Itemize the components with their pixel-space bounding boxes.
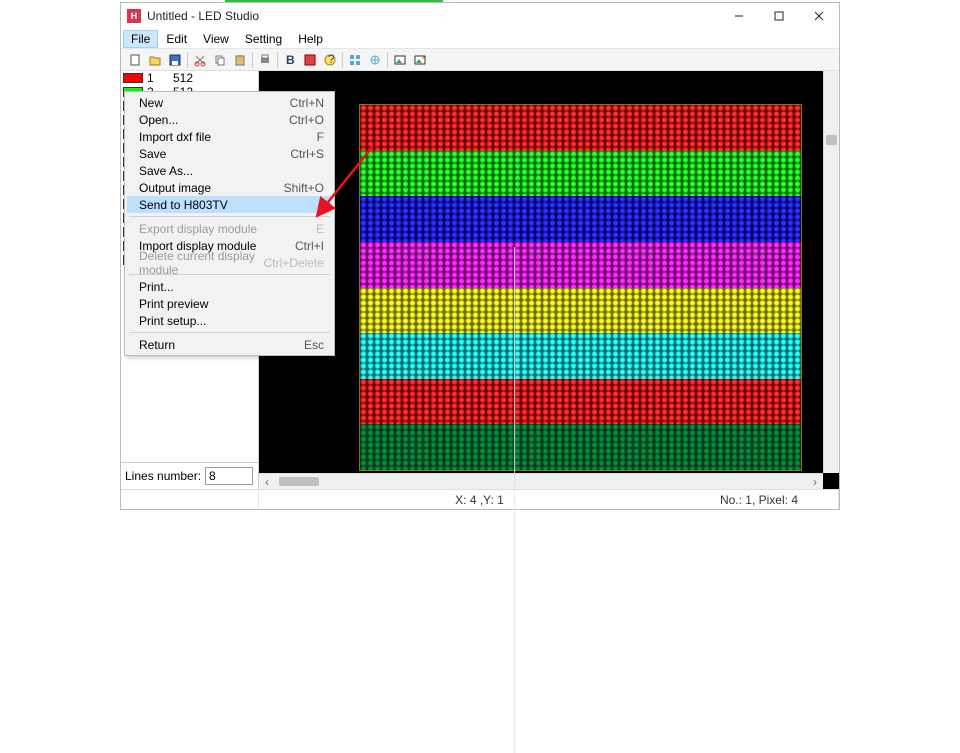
menu-view[interactable]: View xyxy=(195,30,237,48)
menu-item-accelerator: E xyxy=(316,222,324,236)
menu-item-export-display-module: Export display moduleE xyxy=(127,220,332,237)
copy-icon[interactable] xyxy=(210,51,230,69)
menu-item-import-dxf-file[interactable]: Import dxf fileF xyxy=(127,128,332,145)
status-left-spacer xyxy=(121,490,259,509)
menu-item-accelerator: Ctrl+Delete xyxy=(264,256,324,270)
window-title: Untitled - LED Studio xyxy=(147,9,719,23)
image-b-icon[interactable] xyxy=(410,51,430,69)
menu-file[interactable]: File xyxy=(123,30,158,48)
file-menu-dropdown: NewCtrl+NOpen...Ctrl+OImport dxf fileFSa… xyxy=(124,91,335,356)
grid-a-icon[interactable] xyxy=(345,51,365,69)
menu-item-label: Send to H803TV xyxy=(139,198,324,212)
menu-item-label: Export display module xyxy=(139,222,316,236)
menu-item-open[interactable]: Open...Ctrl+O xyxy=(127,111,332,128)
led-grid xyxy=(359,104,802,471)
menu-item-accelerator: Ctrl+I xyxy=(295,239,324,253)
vertical-scrollbar[interactable] xyxy=(823,71,839,473)
menu-item-label: Save xyxy=(139,147,290,161)
print-icon[interactable] xyxy=(255,51,275,69)
menu-item-output-image[interactable]: Output imageShift+O xyxy=(127,179,332,196)
menu-item-accelerator: Ctrl+S xyxy=(290,147,324,161)
paste-icon[interactable] xyxy=(230,51,250,69)
red-square-icon[interactable] xyxy=(300,51,320,69)
menu-item-print-preview[interactable]: Print preview xyxy=(127,295,332,312)
cut-icon[interactable] xyxy=(190,51,210,69)
menu-item-label: Open... xyxy=(139,113,289,127)
menu-item-label: Delete current display module xyxy=(139,249,264,277)
minimize-button[interactable] xyxy=(719,3,759,29)
maximize-button[interactable] xyxy=(759,3,799,29)
led-band-magenta xyxy=(360,242,801,288)
menu-item-accelerator: F xyxy=(317,130,324,144)
svg-text:?: ? xyxy=(328,53,335,66)
lines-number-label: Lines number: xyxy=(125,469,201,483)
lines-number-footer: Lines number: xyxy=(121,462,258,489)
save-icon[interactable] xyxy=(165,51,185,69)
menu-item-accelerator: Ctrl+O xyxy=(289,113,324,127)
line-number: 1 xyxy=(147,71,173,85)
menu-item-label: Output image xyxy=(139,181,284,195)
grid-b-icon[interactable] xyxy=(365,51,385,69)
menu-item-accelerator: Esc xyxy=(304,338,324,352)
menu-separator xyxy=(129,216,330,217)
image-a-icon[interactable] xyxy=(390,51,410,69)
menu-edit[interactable]: Edit xyxy=(158,30,195,48)
menu-item-label: Print... xyxy=(139,280,324,294)
status-coordinates: X: 4 ,Y: 1 xyxy=(445,247,515,753)
toolbar-separator xyxy=(187,52,188,68)
new-icon[interactable] xyxy=(125,51,145,69)
menu-item-label: Print preview xyxy=(139,297,324,311)
menu-item-label: New xyxy=(139,96,290,110)
menu-item-label: Import dxf file xyxy=(139,130,317,144)
close-button[interactable] xyxy=(799,3,839,29)
toolbar-separator xyxy=(252,52,253,68)
led-canvas[interactable]: ‹› xyxy=(259,71,839,489)
menu-item-accelerator: Shift+O xyxy=(284,181,324,195)
menu-item-new[interactable]: NewCtrl+N xyxy=(127,94,332,111)
window-controls xyxy=(719,3,839,29)
led-band-red xyxy=(360,105,801,151)
menu-item-label: Return xyxy=(139,338,304,352)
menu-item-accelerator: Ctrl+N xyxy=(290,96,324,110)
toolbar-separator xyxy=(387,52,388,68)
menu-item-label: Print setup... xyxy=(139,314,324,328)
menu-help[interactable]: Help xyxy=(290,30,331,48)
color-swatch xyxy=(123,73,143,83)
lines-number-input[interactable] xyxy=(205,467,253,485)
menu-separator xyxy=(129,332,330,333)
toolbar-separator xyxy=(277,52,278,68)
open-icon[interactable] xyxy=(145,51,165,69)
menu-item-save-as[interactable]: Save As... xyxy=(127,162,332,179)
menu-item-delete-current-display-module: Delete current display moduleCtrl+Delete xyxy=(127,254,332,271)
line-value: 512 xyxy=(173,71,193,85)
led-band-green xyxy=(360,151,801,197)
led-band-yellow xyxy=(360,288,801,334)
toolbar: B ? xyxy=(121,49,839,71)
status-pixel: No.: 1, Pixel: 4 xyxy=(710,490,839,509)
horizontal-scrollbar[interactable]: ‹› xyxy=(259,473,823,489)
toolbar-separator xyxy=(342,52,343,68)
led-band-red-2 xyxy=(360,379,801,425)
app-icon: H xyxy=(127,9,141,23)
titlebar: H Untitled - LED Studio xyxy=(121,3,839,29)
menu-setting[interactable]: Setting xyxy=(237,30,290,48)
line-row[interactable]: 1512 xyxy=(121,71,258,85)
svg-text:B: B xyxy=(286,53,295,67)
bold-icon[interactable]: B xyxy=(280,51,300,69)
menu-item-label: Save As... xyxy=(139,164,324,178)
led-band-blue xyxy=(360,196,801,242)
menu-item-save[interactable]: SaveCtrl+S xyxy=(127,145,332,162)
statusbar: X: 4 ,Y: 1 No.: 1, Pixel: 4 xyxy=(121,489,839,509)
menu-item-print[interactable]: Print... xyxy=(127,278,332,295)
menu-item-print-setup[interactable]: Print setup... xyxy=(127,312,332,329)
menu-item-return[interactable]: ReturnEsc xyxy=(127,336,332,353)
led-band-cyan xyxy=(360,333,801,379)
app-window: H Untitled - LED Studio FileEditViewSett… xyxy=(120,2,840,510)
menu-item-send-to-h803tv[interactable]: Send to H803TV xyxy=(127,196,332,213)
menubar: FileEditViewSettingHelp xyxy=(121,29,839,49)
led-band-darkgreen xyxy=(360,424,801,470)
help-icon[interactable]: ? xyxy=(320,51,340,69)
